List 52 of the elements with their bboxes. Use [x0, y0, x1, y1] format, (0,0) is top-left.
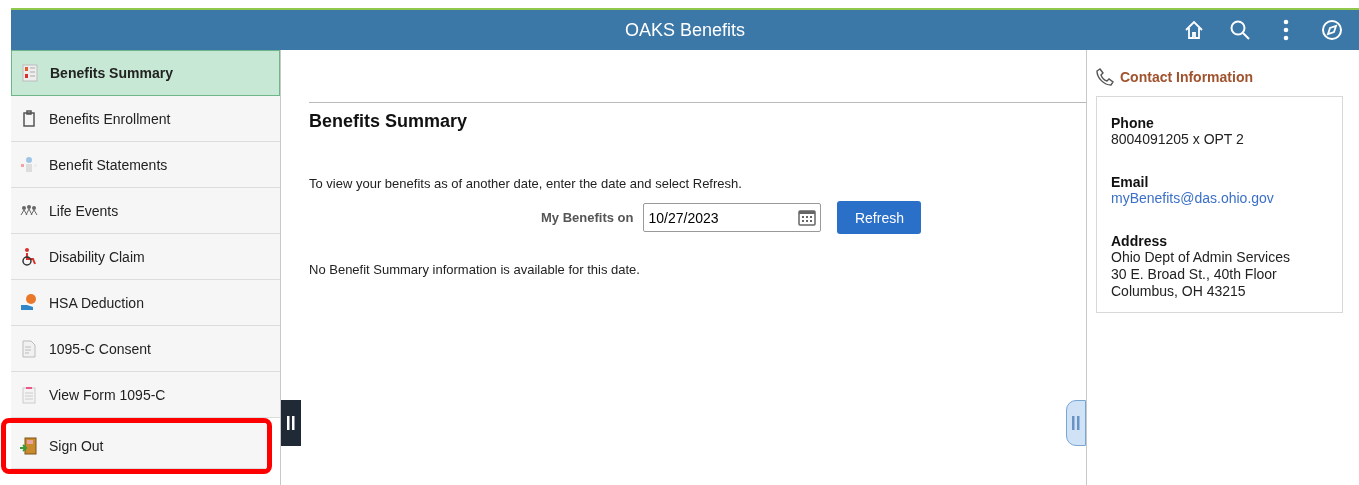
contact-label: Address — [1111, 233, 1169, 249]
sidebar-item-label: Benefit Statements — [49, 156, 168, 173]
compass-icon — [1321, 19, 1343, 41]
contact-label: Email — [1111, 174, 1150, 190]
date-label: My Benefits on — [541, 210, 634, 225]
page-heading: Benefits Summary — [309, 111, 469, 132]
sidebar-item[interactable]: 1095-C Consent — [11, 326, 280, 372]
pause-bars-icon — [1072, 416, 1080, 430]
contact-text: 30 E. Broad St., 40th Floor — [1111, 266, 1278, 283]
form-icon — [19, 384, 39, 405]
refresh-button[interactable]: Refresh — [837, 201, 922, 234]
sidebar-item-label: Life Events — [49, 202, 119, 219]
email-link[interactable]: myBenefits@das.ohio.gov — [1111, 190, 1328, 207]
sidebar-item-label: Benefits Summary — [50, 65, 173, 81]
contact-text: Columbus, OH 43215 — [1111, 283, 1247, 300]
contact-label: Phone — [1111, 115, 1155, 131]
pause-bars-icon — [287, 416, 295, 430]
sidebar-item-label: 1095-C Consent — [49, 340, 151, 357]
contact-text: 8004091205 x OPT 2 — [1111, 131, 1245, 148]
no-data-message: No Benefit Summary information is available for this date. — [309, 262, 641, 277]
sidebar-item[interactable]: Benefit Statements — [11, 142, 280, 188]
home-icon — [1183, 19, 1205, 41]
sidebar-item[interactable]: View Form 1095-C — [11, 372, 280, 418]
instructions-text: To view your benefits as of another date, enter the date and select Refresh. — [309, 176, 743, 191]
sidebar-item[interactable]: Sign Out — [11, 423, 267, 469]
app-title: OAKS Benefits — [624, 19, 746, 41]
figure-icon — [19, 154, 39, 175]
door-icon — [19, 435, 39, 456]
sidebar-item[interactable]: Disability Claim — [11, 234, 280, 280]
wheelchair-icon — [19, 246, 39, 267]
sidebar-item[interactable]: Benefits Summary — [11, 50, 280, 96]
contact-text: Ohio Dept of Admin Services — [1111, 249, 1291, 266]
sidebar-item-label: Sign Out — [49, 437, 104, 454]
phone-icon — [1096, 68, 1114, 86]
sidebar-item-label: View Form 1095-C — [49, 386, 166, 403]
document-icon — [19, 338, 39, 359]
sidebar-item[interactable]: HSA Deduction — [11, 280, 280, 326]
sidebar-item-label: Benefits Enrollment — [49, 110, 171, 127]
calendar-icon[interactable] — [797, 207, 818, 227]
coin-hand-icon — [19, 292, 39, 313]
sidebar-item-label: Disability Claim — [49, 248, 145, 265]
more-icon — [1283, 19, 1289, 41]
sidebar-item-label: HSA Deduction — [49, 294, 144, 311]
date-field[interactable]: 10/27/2023 — [643, 203, 822, 232]
navigator-button[interactable] — [1319, 17, 1345, 43]
panel-title: Contact Information — [1120, 69, 1253, 85]
collapse-handle[interactable] — [1066, 400, 1086, 446]
sidebar-item[interactable]: Life Events — [11, 188, 280, 234]
summary-list-icon — [20, 63, 40, 83]
collapse-handle[interactable] — [281, 400, 301, 446]
search-icon — [1229, 19, 1251, 41]
sidebar-item[interactable]: Benefits Enrollment — [11, 96, 280, 142]
